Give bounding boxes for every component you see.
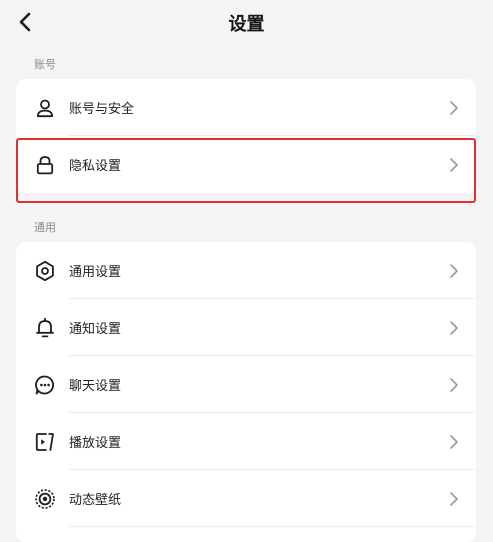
wallpaper-icon	[34, 488, 56, 510]
bell-icon	[34, 317, 56, 339]
section-label-account: 账号	[34, 58, 56, 71]
general-card: 通用设置 通知设置 聊天设置 播放设置 动态壁纸	[16, 242, 476, 542]
chevron-right-icon	[450, 434, 458, 449]
settings-item-label: 账号与安全	[69, 102, 135, 117]
lock-icon	[34, 154, 56, 176]
play-icon	[34, 431, 56, 453]
chevron-right-icon	[450, 263, 458, 278]
user-icon	[34, 97, 56, 119]
nav-bar: 设置	[0, 0, 493, 46]
account-card: 账号与安全 隐私设置	[16, 79, 476, 193]
settings-item-label: 通知设置	[69, 322, 122, 337]
settings-item-chat[interactable]: 聊天设置	[16, 356, 476, 413]
settings-item-label: 动态壁纸	[69, 493, 122, 508]
settings-item-wallpaper[interactable]: 动态壁纸	[16, 470, 476, 527]
settings-item-privacy[interactable]: 隐私设置	[16, 136, 476, 193]
settings-item-account-security[interactable]: 账号与安全	[16, 79, 476, 136]
chevron-right-icon	[450, 320, 458, 335]
section-label-general: 通用	[34, 221, 56, 234]
settings-item-label: 隐私设置	[69, 159, 122, 174]
settings-item-notification[interactable]: 通知设置	[16, 299, 476, 356]
settings-item-label: 播放设置	[69, 436, 122, 451]
page-title: 设置	[228, 14, 265, 35]
chevron-right-icon	[450, 377, 458, 392]
settings-item-playback[interactable]: 播放设置	[16, 413, 476, 470]
gear-icon	[34, 260, 56, 282]
chevron-right-icon	[450, 491, 458, 506]
settings-item-general[interactable]: 通用设置	[16, 242, 476, 299]
settings-item-label: 聊天设置	[69, 379, 122, 394]
settings-item-label: 通用设置	[69, 265, 122, 280]
chevron-right-icon	[450, 100, 458, 115]
divider	[69, 526, 476, 527]
chevron-right-icon	[450, 157, 458, 172]
chat-icon	[34, 374, 56, 396]
